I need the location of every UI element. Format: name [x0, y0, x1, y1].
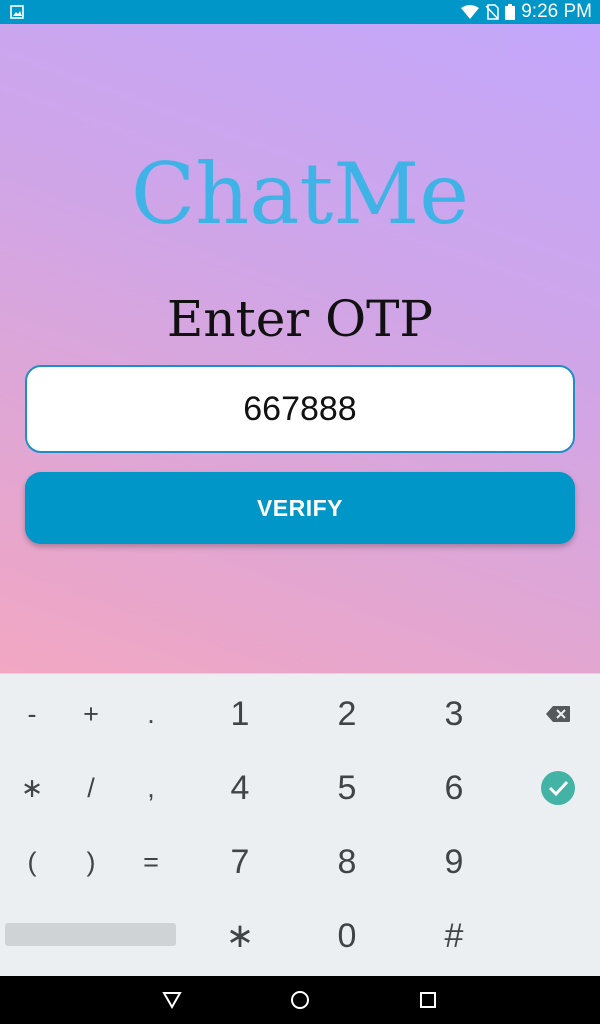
key-star-symbol[interactable]: ∗ — [7, 751, 57, 825]
status-bar: 9:26 PM — [0, 0, 600, 24]
no-sim-icon — [485, 4, 499, 20]
key-7[interactable]: 7 — [195, 825, 285, 899]
numeric-keyboard: - + . 1 2 3 ∗ / , 4 5 6 ( ) = 7 8 9 ∗ 0 … — [0, 673, 600, 977]
key-5[interactable]: 5 — [302, 751, 392, 825]
back-icon[interactable] — [160, 988, 184, 1012]
backspace-icon — [545, 705, 571, 723]
wifi-icon — [461, 5, 480, 19]
key-2[interactable]: 2 — [302, 677, 392, 751]
status-time: 9:26 PM — [521, 1, 592, 22]
key-minus[interactable]: - — [7, 677, 57, 751]
app-screen: ChatMe Enter OTP VERIFY — [0, 24, 600, 673]
key-6[interactable]: 6 — [409, 751, 499, 825]
key-left-paren[interactable]: ( — [7, 825, 57, 899]
key-4[interactable]: 4 — [195, 751, 285, 825]
key-slash[interactable]: / — [66, 751, 116, 825]
key-0[interactable]: 0 — [302, 899, 392, 973]
key-dot[interactable]: . — [126, 677, 176, 751]
app-title: ChatMe — [131, 145, 469, 243]
verify-button[interactable]: VERIFY — [25, 472, 575, 544]
key-plus[interactable]: + — [66, 677, 116, 751]
recents-icon[interactable] — [416, 988, 440, 1012]
done-check-icon — [540, 770, 576, 806]
key-8[interactable]: 8 — [302, 825, 392, 899]
navigation-bar — [0, 976, 600, 1024]
key-1[interactable]: 1 — [195, 677, 285, 751]
spacebar[interactable] — [5, 923, 176, 946]
backspace-key[interactable] — [530, 677, 586, 751]
otp-input[interactable] — [25, 365, 575, 453]
key-star[interactable]: ∗ — [195, 899, 285, 973]
key-hash[interactable]: # — [409, 899, 499, 973]
key-9[interactable]: 9 — [409, 825, 499, 899]
home-icon[interactable] — [288, 988, 312, 1012]
key-right-paren[interactable]: ) — [66, 825, 116, 899]
done-key[interactable] — [530, 751, 586, 825]
otp-heading: Enter OTP — [166, 290, 434, 348]
key-3[interactable]: 3 — [409, 677, 499, 751]
image-notification-icon — [10, 5, 24, 19]
battery-icon — [505, 4, 516, 20]
key-equals[interactable]: = — [126, 825, 176, 899]
key-comma[interactable]: , — [126, 751, 176, 825]
